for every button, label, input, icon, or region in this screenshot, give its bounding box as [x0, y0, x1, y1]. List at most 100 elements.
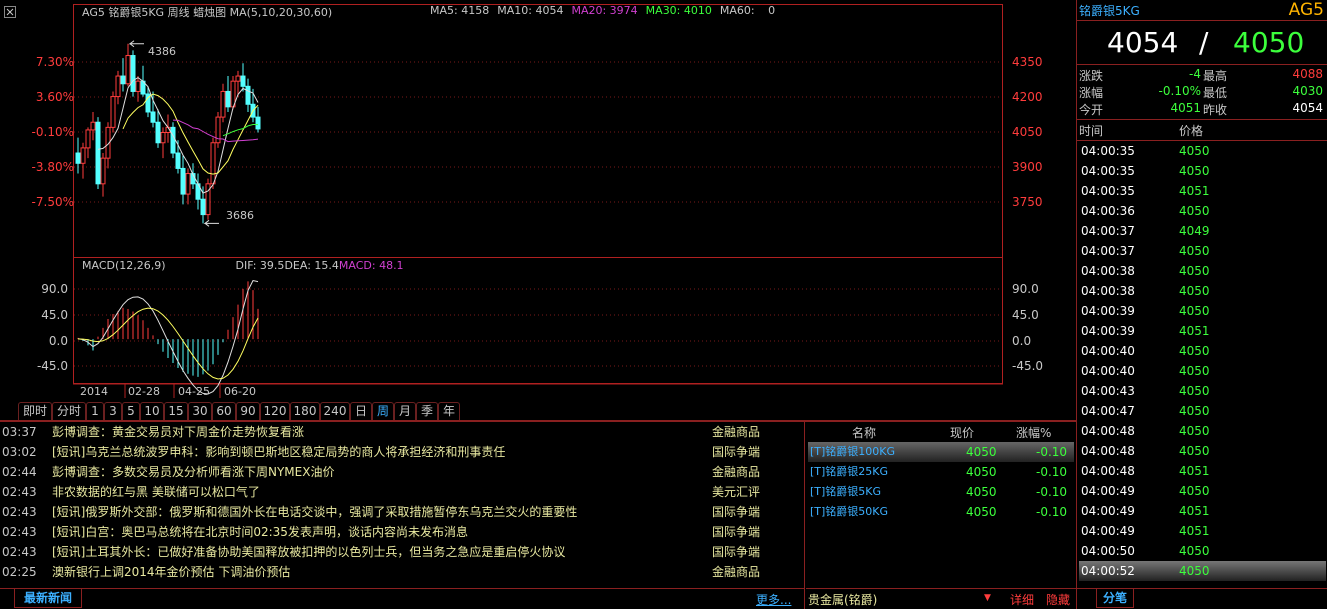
candle-body: [200, 198, 206, 216]
hide-link[interactable]: 隐藏: [1046, 591, 1070, 608]
news-headline[interactable]: [短讯]乌克兰总统波罗申科：影响到顿巴斯地区稳定局势的商人将承担经济和刑事责任: [52, 442, 505, 462]
ma60-legend: MA60: 0: [719, 4, 776, 17]
candle-body: [170, 126, 176, 154]
tick-price: 4051: [1179, 504, 1210, 518]
tick-time: 04:00:35: [1081, 184, 1135, 198]
news-item[interactable]: 03:37 彭博调查：黄金交易员对下周金价走势恢复看涨 金融商品: [0, 422, 803, 442]
tick-price: 4050: [1179, 444, 1210, 458]
candle-body: [180, 167, 186, 195]
x-axis-date: 06-20: [224, 385, 256, 398]
market-select[interactable]: 贵金属(铭爵): [808, 591, 877, 608]
news-item[interactable]: 02:25 澳新银行上调2014年金价预估 下调油价预估 金融商品: [0, 562, 803, 582]
tick-time: 04:00:48: [1081, 464, 1135, 478]
left-axis-tick: -7.50%: [31, 195, 74, 209]
period-tab[interactable]: 10: [140, 402, 164, 420]
candlestick-chart[interactable]: [0, 0, 1076, 400]
tick-price: 4050: [1179, 244, 1210, 258]
news-time: 02:43: [2, 525, 37, 539]
news-time: 02:43: [2, 485, 37, 499]
tick-price: 4050: [1179, 424, 1210, 438]
period-tab[interactable]: 15: [164, 402, 188, 420]
news-item[interactable]: 02:43 非农数据的红与黑 美联储可以松口气了 美元汇评: [0, 482, 803, 502]
candle-body: [210, 142, 216, 185]
stat-value: -0.10%: [1158, 84, 1201, 98]
tick-row: 04:00:38 4050: [1079, 281, 1326, 301]
period-tab[interactable]: 90: [236, 402, 260, 420]
news-headline[interactable]: 彭博调查：黄金交易员对下周金价走势恢复看涨: [52, 422, 304, 442]
detail-link[interactable]: 详细: [1010, 591, 1034, 608]
tick-price: 4050: [1179, 204, 1210, 218]
quote-footer: 贵金属(铭爵) ▼ 详细 隐藏: [806, 589, 1076, 609]
period-tab[interactable]: 5: [122, 402, 140, 420]
candle-body: [120, 75, 126, 85]
news-item[interactable]: 02:43 [短讯]土耳其外长：已做好准备协助美国释放被扣押的以色列士兵，但当务之…: [0, 542, 803, 562]
news-headline[interactable]: [短讯]土耳其外长：已做好准备协助美国释放被扣押的以色列士兵，但当务之急应是重启…: [52, 542, 565, 562]
instrument-name: 铭爵银5KG: [1079, 4, 1140, 18]
stat-label: 最高: [1203, 69, 1228, 83]
close-icon[interactable]: [4, 6, 16, 18]
chart-area[interactable]: AG5 铭爵银5KG 周线 蜡烛图 MA(5,10,20,30,60) MA5:…: [0, 0, 1076, 400]
stat-label: 昨收: [1203, 103, 1228, 117]
news-headline[interactable]: [短讯]白宫：奥巴马总统将在北京时间02:35发表声明，谈话内容尚未发布消息: [52, 522, 468, 542]
period-tab[interactable]: 240: [320, 402, 350, 420]
tick-price: 4050: [1179, 404, 1210, 418]
tick-price: 4050: [1179, 564, 1210, 578]
ma20-legend: MA20: 3974: [571, 4, 638, 17]
high-arrow-icon: [128, 40, 144, 48]
tick-row: 04:00:38 4050: [1079, 261, 1326, 281]
news-headline[interactable]: 彭博调查：多数交易员及分析师看涨下周NYMEX油价: [52, 462, 334, 482]
quote-row[interactable]: [T]铭爵银5KG 4050 -0.10: [808, 482, 1074, 502]
news-item[interactable]: 02:43 [短讯]俄罗斯外交部：俄罗斯和德国外长在电话交谈中，强调了采取措施暂停…: [0, 502, 803, 522]
tab-tick-detail[interactable]: 分笔: [1096, 589, 1134, 608]
period-tab[interactable]: 30: [188, 402, 212, 420]
tick-row: 04:00:43 4050: [1079, 381, 1326, 401]
period-tab[interactable]: 季: [416, 402, 438, 420]
period-tab[interactable]: 日: [350, 402, 372, 420]
period-tab[interactable]: 分时: [52, 402, 86, 420]
right-axis-tick: 4350: [1012, 55, 1043, 69]
more-news-link[interactable]: 更多...: [756, 591, 791, 608]
candle-body: [155, 121, 161, 144]
period-tab[interactable]: 1: [86, 402, 104, 420]
news-item[interactable]: 02:44 彭博调查：多数交易员及分析师看涨下周NYMEX油价 金融商品: [0, 462, 803, 482]
quote-row[interactable]: [T]铭爵银100KG 4050 -0.10: [808, 442, 1074, 462]
quote-name: [T]铭爵银5KG: [810, 485, 882, 498]
tick-row: 04:00:50 4050: [1079, 541, 1326, 561]
news-time: 02:43: [2, 505, 37, 519]
news-headline[interactable]: [短讯]俄罗斯外交部：俄罗斯和德国外长在电话交谈中，强调了采取措施暂停东乌克兰交…: [52, 502, 577, 522]
period-tab[interactable]: 180: [290, 402, 320, 420]
period-tab[interactable]: 60: [212, 402, 236, 420]
period-tab[interactable]: 周: [372, 402, 394, 420]
quote-price: 4050: [966, 485, 997, 499]
quote-row[interactable]: [T]铭爵银50KG 4050 -0.10: [808, 502, 1074, 522]
tick-row: 04:00:40 4050: [1079, 341, 1326, 361]
chart-header: AG5 铭爵银5KG 周线 蜡烛图 MA(5,10,20,30,60): [82, 6, 333, 19]
tick-price: 4050: [1179, 344, 1210, 358]
period-tab[interactable]: 年: [438, 402, 460, 420]
right-axis-tick: 4050: [1012, 125, 1043, 139]
period-tab[interactable]: 即时: [18, 402, 52, 420]
candle-body: [185, 173, 191, 195]
macd-value: MACD: 48.1: [338, 259, 404, 272]
macd-left-tick: 0.0: [48, 334, 68, 348]
tick-price: 4050: [1179, 484, 1210, 498]
quote-row[interactable]: [T]铭爵银25KG 4050 -0.10: [808, 462, 1074, 482]
tick-price: 4050: [1179, 544, 1210, 558]
tab-latest-news[interactable]: 最新新闻: [14, 589, 82, 608]
candle-body: [85, 129, 91, 149]
macd-dea: DEA: 15.4: [284, 259, 339, 272]
period-tab[interactable]: 3: [104, 402, 122, 420]
news-item[interactable]: 02:43 [短讯]白宫：奥巴马总统将在北京时间02:35发表声明，谈话内容尚未发…: [0, 522, 803, 542]
news-headline[interactable]: 非农数据的红与黑 美联储可以松口气了: [52, 482, 260, 502]
left-axis-tick: 3.60%: [35, 90, 74, 104]
period-tab[interactable]: 120: [260, 402, 290, 420]
dropdown-arrow-icon[interactable]: ▼: [984, 593, 991, 603]
news-item[interactable]: 03:02 [短讯]乌克兰总统波罗申科：影响到顿巴斯地区稳定局势的商人将承担经济和…: [0, 442, 803, 462]
x-axis-date: 2014: [80, 385, 108, 398]
macd-right-tick: -45.0: [1012, 359, 1044, 373]
quote-price: 4050: [966, 445, 997, 459]
period-tab[interactable]: 月: [394, 402, 416, 420]
quote-change: -0.10: [1036, 485, 1068, 499]
news-headline[interactable]: 澳新银行上调2014年金价预估 下调油价预估: [52, 562, 290, 582]
macd-right-tick: 0.0: [1012, 334, 1032, 348]
